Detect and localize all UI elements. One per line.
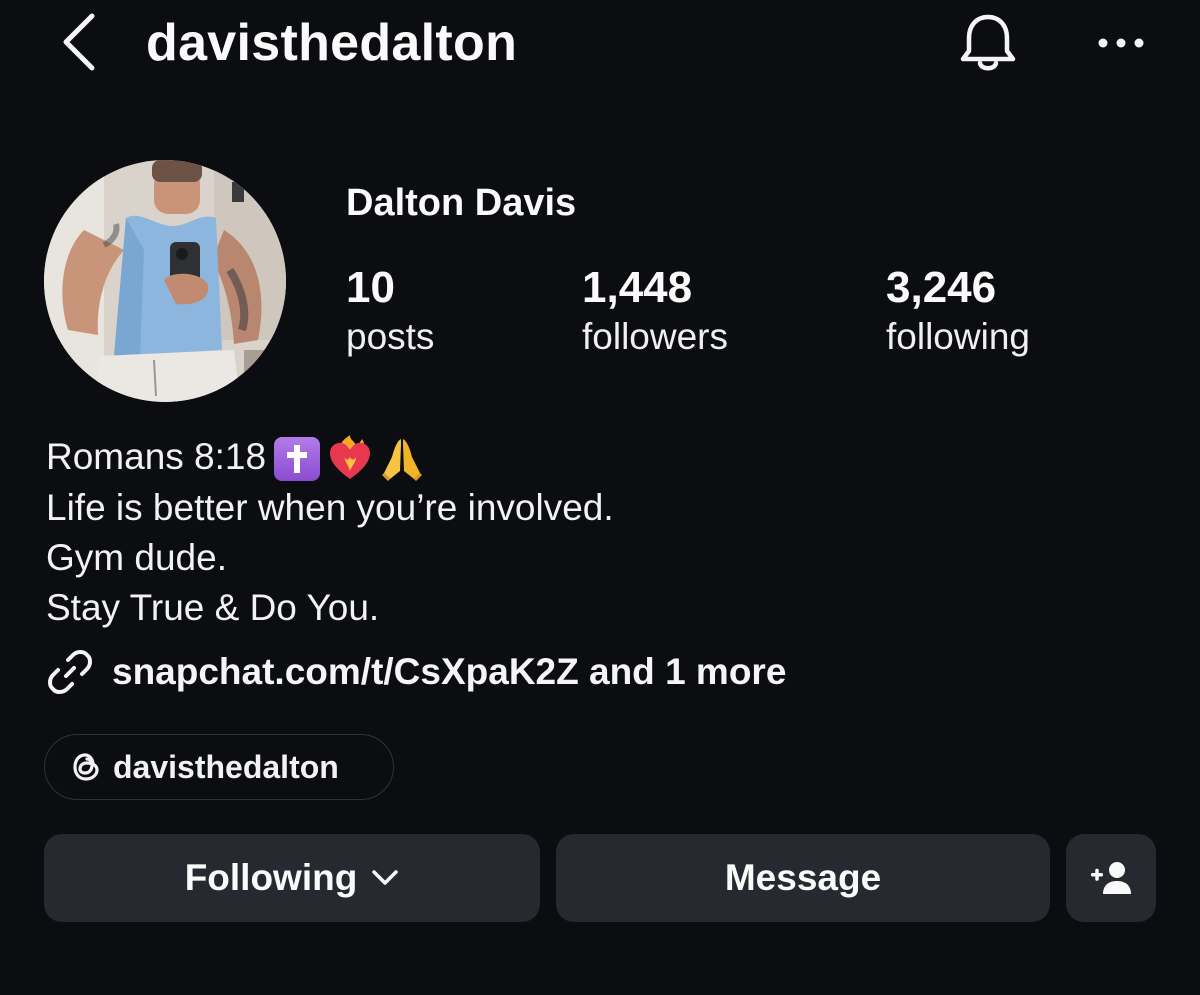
threads-badge[interactable]: davisthedalton — [44, 734, 394, 800]
bio-line-2: Life is better when you’re involved. — [46, 487, 614, 528]
followers-count-label: followers — [582, 316, 728, 357]
latin-cross-emoji — [274, 437, 321, 481]
posts-count-value: 10 — [346, 263, 395, 312]
add-user-icon — [1091, 862, 1131, 894]
link-text: snapchat.com/t/CsXpaK2Z and 1 more — [112, 651, 787, 692]
following-button[interactable]: Following — [44, 834, 540, 922]
posts-count-label: posts — [346, 316, 435, 357]
heart-on-fire-emoji — [330, 435, 371, 479]
profile-link[interactable]: snapchat.com/t/CsXpaK2Z and 1 more — [46, 648, 786, 696]
followers-count[interactable]: 1,448 followers — [582, 262, 728, 360]
display-name: Dalton Davis — [346, 182, 577, 224]
folded-hands-emoji — [382, 439, 423, 481]
bio-line-1: Romans 8:18 — [46, 432, 614, 483]
following-count-value: 3,246 — [886, 263, 997, 312]
followers-count-value: 1,448 — [582, 263, 693, 312]
chevron-left-icon — [63, 13, 95, 71]
bio-line-4: Stay True & Do You. — [46, 587, 380, 628]
chevron-down-icon — [372, 870, 399, 885]
following-count[interactable]: 3,246 following — [886, 262, 1030, 360]
bio-line-3: Gym dude. — [46, 537, 227, 578]
message-button-label: Message — [724, 857, 882, 898]
following-button-label: Following — [184, 857, 358, 898]
notifications-button[interactable] — [952, 8, 1024, 80]
page-title: davisthedalton — [146, 14, 518, 72]
bio-verse-text: Romans 8:18 — [46, 436, 267, 477]
message-button[interactable]: Message — [556, 834, 1050, 922]
bio-emojis — [274, 435, 424, 483]
more-horizontal-icon — [1098, 38, 1144, 48]
add-user-button[interactable] — [1066, 834, 1156, 922]
bell-icon — [960, 14, 1016, 71]
avatar[interactable] — [44, 160, 286, 402]
link-icon — [48, 650, 92, 694]
more-options-button[interactable] — [1086, 18, 1156, 68]
back-button[interactable] — [52, 10, 108, 74]
profile-photo — [44, 160, 286, 402]
posts-count[interactable]: 10 posts — [346, 262, 434, 360]
following-count-label: following — [886, 316, 1030, 357]
threads-icon — [73, 753, 99, 781]
threads-handle: davisthedalton — [113, 748, 339, 785]
bio: Romans 8:18 Life is better when you’re i… — [46, 432, 614, 633]
